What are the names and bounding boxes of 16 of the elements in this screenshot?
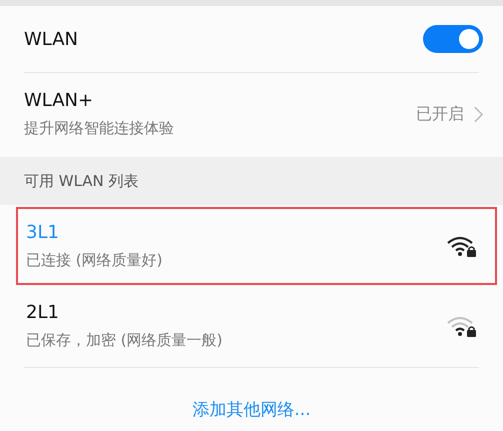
network-name: 2L1 xyxy=(26,302,60,323)
section-header: 可用 WLAN 列表 xyxy=(24,172,139,190)
network-status: 已保存，加密 (网络质量一般) xyxy=(26,331,224,350)
network-name: 3L1 xyxy=(26,222,60,243)
wlan-toggle[interactable] xyxy=(423,25,483,53)
add-network-link[interactable]: 添加其他网络... xyxy=(192,398,311,421)
network-item[interactable]: 3L1 已连接 (网络质量好) xyxy=(16,207,497,285)
network-item[interactable]: 2L1 已保存，加密 (网络质量一般) xyxy=(16,287,497,365)
wifi-lock-icon xyxy=(447,235,477,257)
chevron-icon xyxy=(474,106,483,122)
wlan-plus-title: WLAN+ xyxy=(24,90,94,111)
network-status: 已连接 (网络质量好) xyxy=(26,251,164,270)
wifi-lock-icon xyxy=(447,315,477,337)
wlan-plus-status[interactable]: 已开启 xyxy=(416,104,464,124)
wlan-plus-subtitle: 提升网络智能连接体验 xyxy=(24,119,175,138)
wlan-label: WLAN xyxy=(24,28,78,50)
